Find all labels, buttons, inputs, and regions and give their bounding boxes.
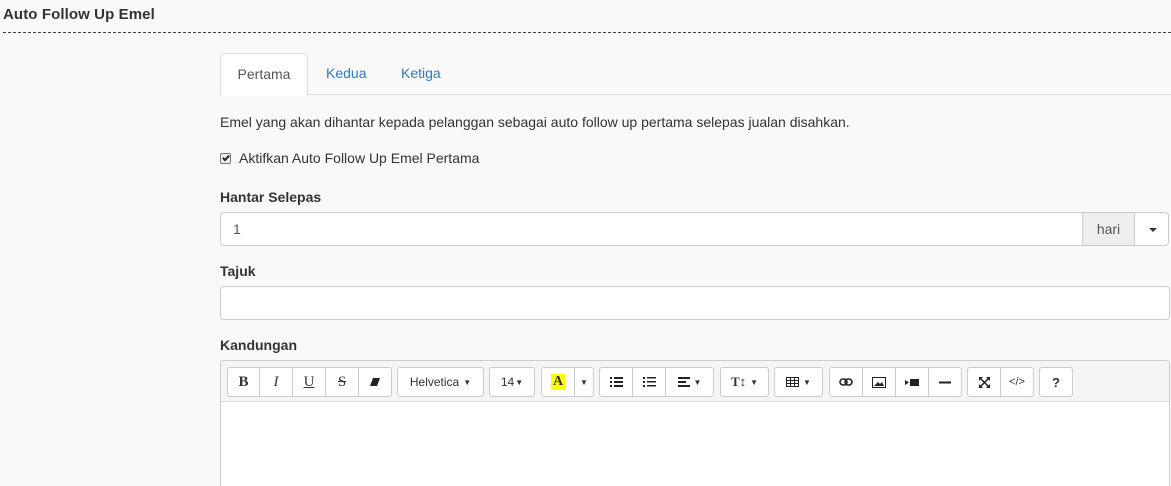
font-family-dropdown[interactable]: Helvetica ▼ (397, 367, 484, 397)
line-height-icon: T↕ (730, 374, 747, 389)
subject-label: Tajuk (220, 263, 256, 279)
font-family-label: Helvetica (409, 375, 460, 389)
line-height-dropdown[interactable]: T↕ ▼ (720, 367, 769, 397)
horizontal-rule-button[interactable] (928, 367, 962, 397)
caret-down-icon: ▼ (803, 377, 811, 387)
underline-button[interactable]: U (292, 367, 326, 397)
insert-picture-button[interactable] (862, 367, 896, 397)
tab-ketiga[interactable]: Ketiga (386, 53, 456, 95)
follow-up-panel: Pertama Kedua Ketiga Emel yang akan diha… (220, 53, 1171, 486)
insert-video-button[interactable] (895, 367, 929, 397)
table-dropdown[interactable]: ▼ (774, 367, 823, 397)
caret-down-icon: ▼ (515, 377, 524, 387)
link-icon (839, 378, 853, 386)
send-after-input[interactable]: 1 (220, 212, 1083, 246)
align-icon (677, 377, 690, 387)
unit-dropdown-button[interactable] (1135, 212, 1169, 246)
insert-link-button[interactable] (829, 367, 863, 397)
unordered-list-button[interactable] (599, 367, 633, 397)
editor-body[interactable] (221, 402, 1169, 486)
ordered-list-button[interactable] (632, 367, 666, 397)
send-after-label: Hantar Selepas (220, 189, 322, 205)
font-size-label: 14 (500, 375, 515, 389)
table-icon (786, 377, 800, 387)
editor-toolbar: B I U S Helvetica ▼ 14 ▼ A ▼ ▼ T↕ ▼ ▼ </… (221, 361, 1169, 402)
tab-bar: Pertama Kedua Ketiga (220, 53, 1171, 96)
fullscreen-icon (978, 376, 990, 388)
description-text: Emel yang akan dihantar kepada pelanggan… (220, 114, 850, 130)
color-dropdown-button[interactable]: ▼ (574, 367, 594, 397)
enable-checkbox-label[interactable]: Aktifkan Auto Follow Up Emel Pertama (239, 150, 479, 166)
unordered-list-icon (609, 377, 623, 387)
clear-format-button[interactable] (358, 367, 392, 397)
tab-kedua[interactable]: Kedua (311, 53, 381, 95)
caret-down-icon: ▼ (693, 377, 702, 387)
bold-icon: B (238, 373, 249, 390)
underline-icon: U (303, 373, 315, 390)
tab-pertama[interactable]: Pertama (220, 53, 308, 96)
horizontal-rule-icon (939, 381, 951, 383)
font-size-dropdown[interactable]: 14 ▼ (489, 367, 535, 397)
caret-down-icon: ▼ (463, 377, 472, 387)
paragraph-align-dropdown[interactable]: ▼ (665, 367, 714, 397)
eraser-icon (370, 378, 380, 386)
italic-icon: I (273, 373, 279, 390)
check-icon (222, 153, 230, 161)
bold-button[interactable]: B (227, 367, 260, 397)
fullscreen-button[interactable] (967, 367, 1001, 397)
code-icon: </> (1009, 376, 1025, 388)
send-after-group: 1 hari (220, 212, 1169, 246)
video-icon (905, 378, 919, 386)
caret-down-icon: ▼ (580, 377, 588, 387)
help-icon: ? (1052, 374, 1060, 390)
ordered-list-icon (642, 377, 656, 387)
picture-icon (872, 376, 886, 388)
section-title: Auto Follow Up Emel (3, 6, 155, 23)
code-view-button[interactable]: </> (1000, 367, 1034, 397)
highlight-color-button[interactable]: A (541, 367, 575, 397)
enable-checkbox-row[interactable]: Aktifkan Auto Follow Up Emel Pertama (220, 150, 479, 166)
caret-down-icon: ▼ (750, 377, 759, 387)
strikethrough-button[interactable]: S (325, 367, 359, 397)
subject-input[interactable] (220, 286, 1170, 320)
rich-text-editor: B I U S Helvetica ▼ 14 ▼ A ▼ ▼ T↕ ▼ ▼ </… (220, 360, 1170, 486)
section-divider (3, 32, 1171, 33)
strikethrough-icon: S (337, 373, 347, 390)
highlight-icon: A (550, 374, 566, 390)
unit-addon: hari (1083, 212, 1135, 246)
caret-down-icon (1149, 228, 1157, 232)
enable-checkbox[interactable] (220, 152, 231, 164)
italic-button[interactable]: I (259, 367, 293, 397)
content-label: Kandungan (220, 337, 297, 353)
help-button[interactable]: ? (1039, 367, 1073, 397)
